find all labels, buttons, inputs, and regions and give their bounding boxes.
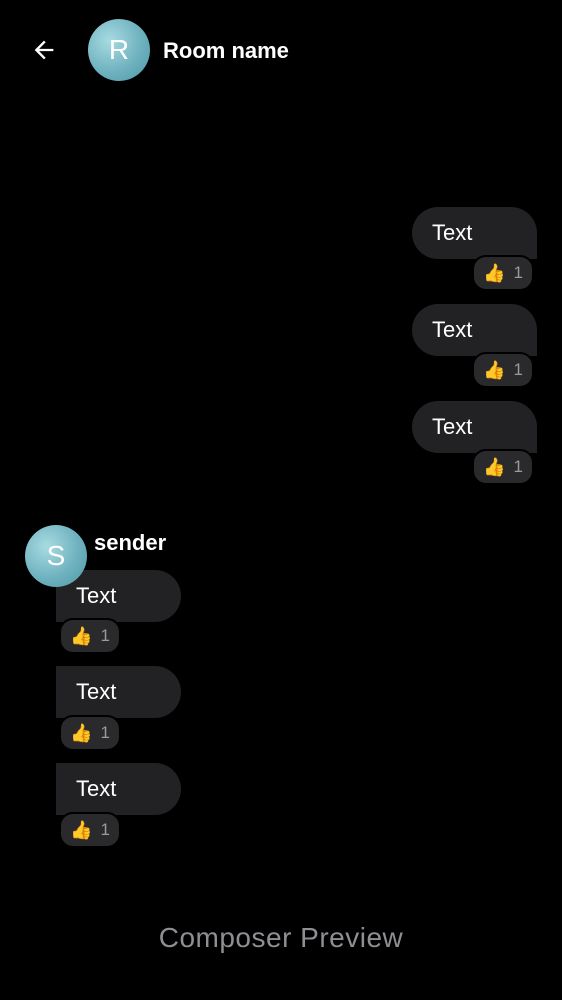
thumbs-up-icon: 👍 [70, 820, 93, 840]
outgoing-message-bubble[interactable]: Text [412, 207, 537, 259]
reaction-chip[interactable]: 👍 1 [472, 449, 534, 485]
reaction-chip[interactable]: 👍 1 [472, 255, 534, 291]
outgoing-message-bubble[interactable]: Text [412, 401, 537, 453]
reaction-count: 1 [100, 723, 110, 742]
arrow-left-icon [34, 40, 54, 60]
sender-name: sender [94, 530, 167, 555]
thumbs-up-icon: 👍 [483, 457, 506, 477]
thumbs-up-icon: 👍 [483, 263, 506, 283]
reaction-chip[interactable]: 👍 1 [59, 618, 121, 654]
reaction-count: 1 [100, 626, 110, 645]
thumbs-up-icon: 👍 [70, 723, 93, 743]
sender-avatar-initial: S [46, 540, 66, 571]
room-name[interactable]: Room name [163, 36, 289, 66]
composer-preview[interactable]: Composer Preview [0, 918, 562, 958]
room-avatar-initial: R [108, 34, 130, 65]
top-app-bar: R Room name [0, 0, 562, 100]
reaction-chip[interactable]: 👍 1 [59, 812, 121, 848]
reaction-count: 1 [513, 360, 523, 379]
room-avatar[interactable]: R [88, 19, 150, 81]
reaction-count: 1 [513, 263, 523, 282]
sender-avatar[interactable]: S [25, 525, 87, 587]
thumbs-up-icon: 👍 [70, 626, 93, 646]
reaction-chip[interactable]: 👍 1 [472, 352, 534, 388]
outgoing-message-bubble[interactable]: Text [412, 304, 537, 356]
reaction-count: 1 [513, 457, 523, 476]
reaction-count: 1 [100, 820, 110, 839]
reaction-chip[interactable]: 👍 1 [59, 715, 121, 751]
thumbs-up-icon: 👍 [483, 360, 506, 380]
back-button[interactable] [22, 28, 66, 72]
incoming-message-bubble[interactable]: Text [56, 666, 181, 718]
incoming-message-bubble[interactable]: Text [56, 763, 181, 815]
